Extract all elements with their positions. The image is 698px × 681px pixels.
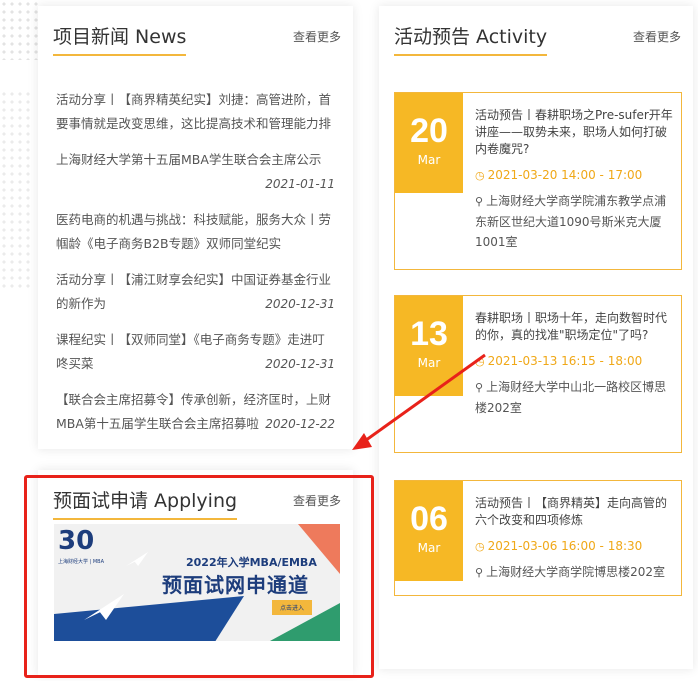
clock-icon: ◷ <box>475 355 485 368</box>
location-pin-icon: ⚲ <box>475 566 484 579</box>
activity-item[interactable]: 13 Mar 春耕职场丨职场十年，走向数智时代的你，真的找准"职场定位"了吗? … <box>394 295 682 453</box>
clock-icon: ◷ <box>475 169 485 182</box>
news-list: 活动分享丨【商界精英纪实】刘捷：高管进阶，首要事情就是改变思维，这比提高技术和管… <box>54 88 337 436</box>
activity-title: 活动预告 Activity <box>394 22 548 56</box>
activity-more-link[interactable]: 查看更多 <box>633 28 681 45</box>
activity-panel: 活动预告 Activity 查看更多 20 Mar 活动预告丨春耕职场之Pre-… <box>379 6 693 669</box>
background-dots <box>0 0 40 60</box>
news-item-date: 2020-12-31 <box>265 352 335 376</box>
news-item[interactable]: 课程纪实丨【双师同堂】《电子商务专题》走进叮咚买菜 2020-12-31 <box>54 328 337 376</box>
news-item[interactable]: 【联合会主席招募令】传承创新，经济匡时，上财MBA第十五届学生联合会主席招募啦 … <box>54 388 337 436</box>
news-item-date: 2021-01-11 <box>265 177 335 191</box>
location-pin-icon: ⚲ <box>475 195 484 208</box>
activity-month: Mar <box>417 356 441 370</box>
activity-day: 06 <box>410 500 448 538</box>
activity-location: ⚲ 上海财经大学商学院浦东教学点浦东新区世纪大道1090号斯米克大厦1001室 <box>475 191 673 252</box>
news-item-date: 2020-12-31 <box>265 292 335 316</box>
background-dots <box>0 90 30 290</box>
news-item-date: 2020-12-22 <box>265 412 335 436</box>
activity-location-text: 上海财经大学商学院浦东教学点浦东新区世纪大道1090号斯米克大厦1001室 <box>475 194 667 249</box>
activity-time: ◷ 2021-03-06 16:00 - 18:30 <box>475 537 673 556</box>
activity-time-text: 2021-03-20 14:00 - 17:00 <box>487 168 643 182</box>
news-item[interactable]: 上海财经大学第十五届MBA学生联合会主席公示 2021-01-11 <box>54 148 337 196</box>
activity-item[interactable]: 06 Mar 活动预告丨【商界精英】走向高管的六个改变和四项修炼 ◷ 2021-0… <box>394 480 682 596</box>
activity-location-text: 上海财经大学商学院博思楼202室 <box>486 565 665 579</box>
activity-time-text: 2021-03-06 16:00 - 18:30 <box>487 539 643 553</box>
news-title: 项目新闻 News <box>53 22 187 56</box>
activity-date-box: 06 Mar <box>395 481 463 581</box>
activity-time: ◷ 2021-03-20 14:00 - 17:00 <box>475 166 673 185</box>
activity-day: 20 <box>410 112 448 150</box>
activity-time: ◷ 2021-03-13 16:15 - 18:00 <box>475 352 673 371</box>
activity-location: ⚲ 上海财经大学中山北一路校区博思楼202室 <box>475 377 673 418</box>
activity-item[interactable]: 20 Mar 活动预告丨春耕职场之Pre-sufer开年讲座——取势未来，职场人… <box>394 92 682 270</box>
activity-month: Mar <box>417 541 441 555</box>
news-more-link[interactable]: 查看更多 <box>293 28 341 45</box>
news-panel: 项目新闻 News 查看更多 活动分享丨【商界精英纪实】刘捷：高管进阶，首要事情… <box>38 6 353 449</box>
news-item[interactable]: 活动分享丨【商界精英纪实】刘捷：高管进阶，首要事情就是改变思维，这比提高技术和管… <box>54 88 337 136</box>
activity-time-text: 2021-03-13 16:15 - 18:00 <box>487 354 643 368</box>
news-header: 项目新闻 News 查看更多 <box>53 22 341 56</box>
activity-location: ⚲ 上海财经大学商学院博思楼202室 <box>475 562 673 583</box>
activity-body: 活动预告丨春耕职场之Pre-sufer开年讲座——取势未来，职场人如何打破内卷魔… <box>475 107 673 252</box>
activity-body: 活动预告丨【商界精英】走向高管的六个改变和四项修炼 ◷ 2021-03-06 16… <box>475 495 673 583</box>
activity-date-box: 20 Mar <box>395 93 463 193</box>
news-item-title: 上海财经大学第十五届MBA学生联合会主席公示 <box>56 152 322 167</box>
activity-month: Mar <box>417 153 441 167</box>
annotation-highlight-box <box>24 475 374 678</box>
activity-title-link[interactable]: 活动预告丨春耕职场之Pre-sufer开年讲座——取势未来，职场人如何打破内卷魔… <box>475 107 673 158</box>
activity-day: 13 <box>410 315 448 353</box>
location-pin-icon: ⚲ <box>475 381 484 394</box>
clock-icon: ◷ <box>475 540 485 553</box>
news-item-title: 活动分享丨【商界精英纪实】刘捷：高管进阶，首要事情就是改变思维，这比提高技术和管… <box>56 92 332 131</box>
news-item[interactable]: 医药电商的机遇与挑战：科技赋能，服务大众丨劳帼龄《电子商务B2B专题》双师同堂纪… <box>54 208 337 256</box>
activity-body: 春耕职场丨职场十年，走向数智时代的你，真的找准"职场定位"了吗? ◷ 2021-0… <box>475 310 673 418</box>
news-item-title: 医药电商的机遇与挑战：科技赋能，服务大众丨劳帼龄《电子商务B2B专题》双师同堂纪… <box>56 212 332 251</box>
activity-title-link[interactable]: 活动预告丨【商界精英】走向高管的六个改变和四项修炼 <box>475 495 673 529</box>
activity-date-box: 13 Mar <box>395 296 463 396</box>
activity-title-link[interactable]: 春耕职场丨职场十年，走向数智时代的你，真的找准"职场定位"了吗? <box>475 310 673 344</box>
activity-location-text: 上海财经大学中山北一路校区博思楼202室 <box>475 380 667 415</box>
news-item[interactable]: 活动分享丨【浦江财享会纪实】中国证券基金行业的新作为 2020-12-31 <box>54 268 337 316</box>
activity-header: 活动预告 Activity 查看更多 <box>394 22 681 56</box>
